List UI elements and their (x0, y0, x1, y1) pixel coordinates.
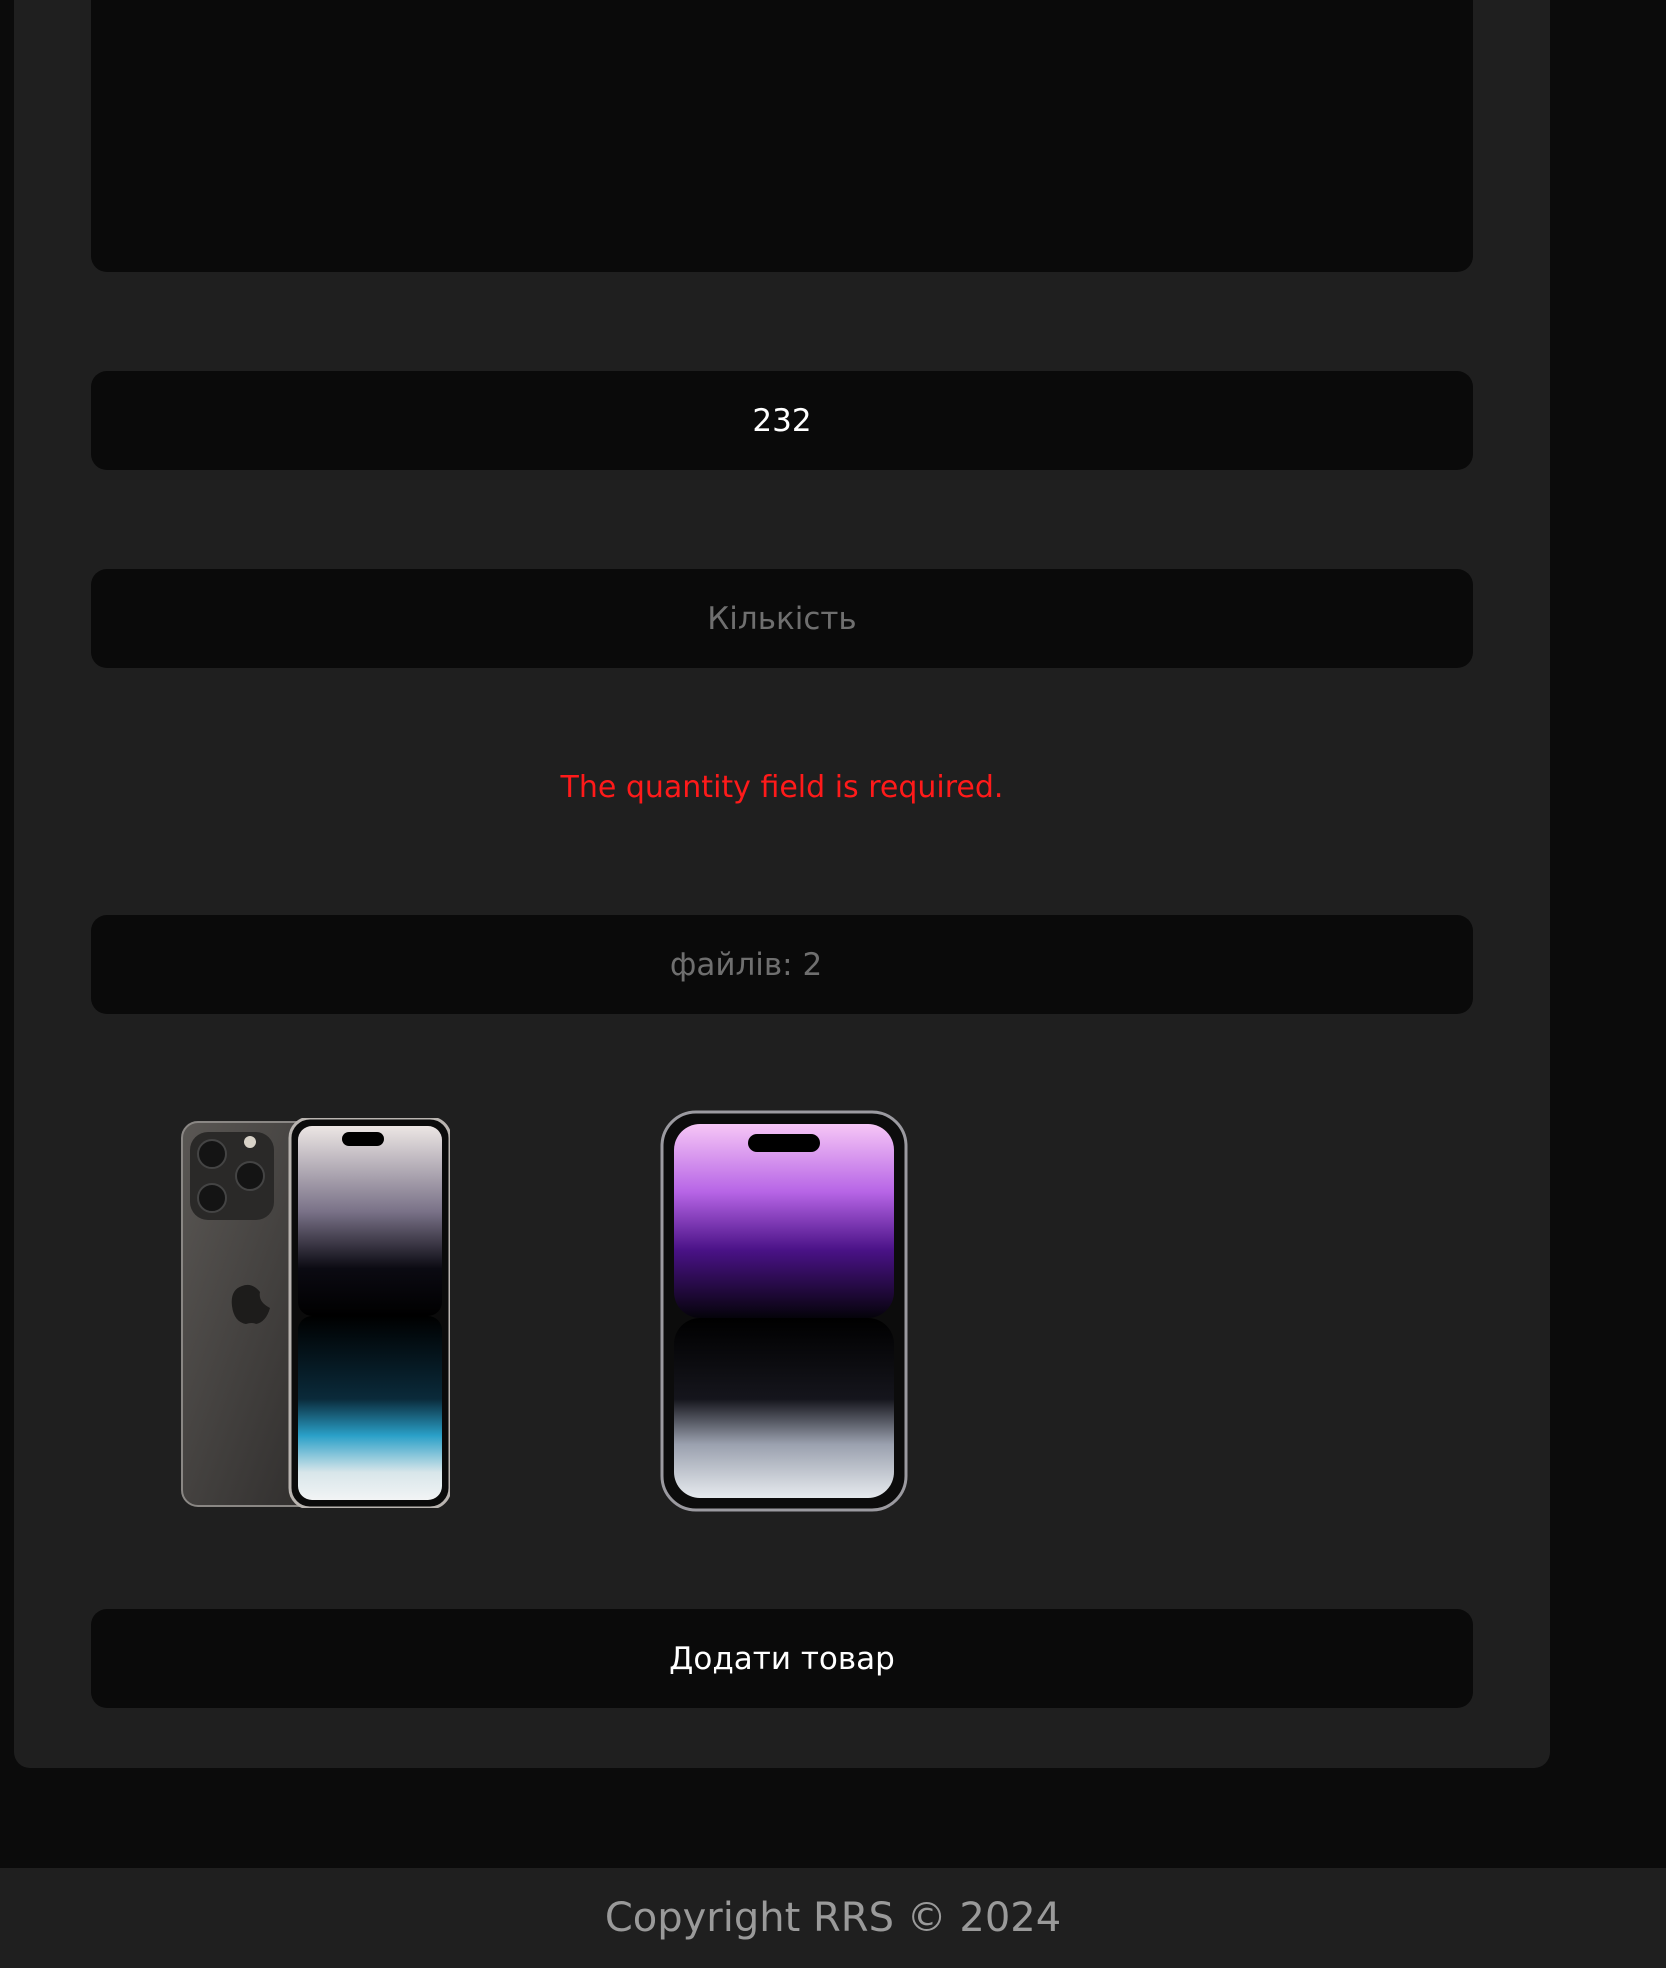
description-textarea[interactable] (91, 0, 1473, 272)
copyright-text: Copyright RRS © 2024 (604, 1895, 1062, 1941)
quantity-error-message: The quantity field is required. (560, 770, 1004, 805)
file-upload-input[interactable]: файлів: 2 (91, 915, 1473, 1014)
quantity-placeholder: Кількість (707, 600, 857, 637)
price-input[interactable]: 232 (91, 371, 1473, 470)
phone-back-front-preview (181, 1118, 450, 1508)
phone-front-preview (660, 1110, 908, 1512)
quantity-input[interactable]: Кількість (91, 569, 1473, 668)
page: 232 Кількість The quantity field is requ… (0, 0, 1666, 1968)
add-product-button[interactable]: Додати товар (91, 1609, 1473, 1708)
price-value: 232 (752, 402, 812, 439)
files-count-label: файлів: 2 (669, 946, 823, 983)
footer: Copyright RRS © 2024 (0, 1868, 1666, 1968)
